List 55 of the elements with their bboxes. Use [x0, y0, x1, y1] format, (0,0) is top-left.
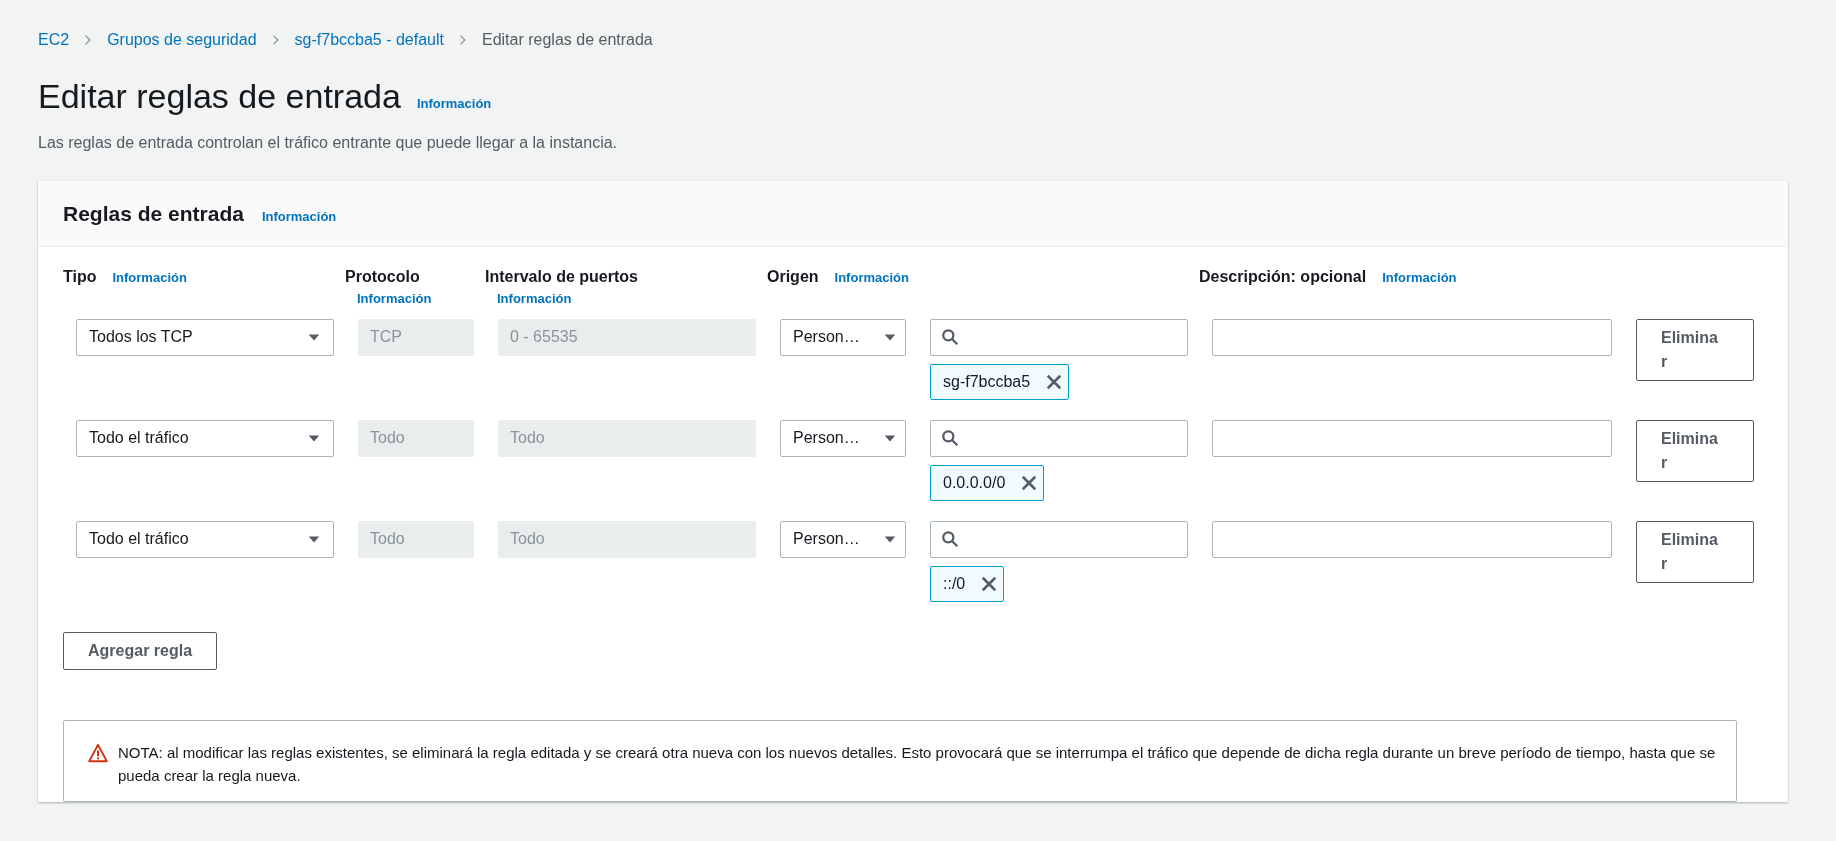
panel-title: Reglas de entrada [63, 200, 244, 226]
add-rule-button[interactable]: Agregar regla [63, 631, 218, 670]
source-dropdown[interactable]: Person… [780, 419, 906, 457]
type-dropdown[interactable]: Todos los TCP [76, 318, 334, 356]
source-dropdown[interactable]: Person… [780, 520, 906, 558]
dropdown-value: Todo el tráfico [89, 529, 189, 550]
search-field[interactable] [930, 318, 1188, 356]
warning-icon [88, 742, 108, 763]
type-dropdown[interactable]: Todo el tráfico [76, 419, 334, 457]
tag-label: 0.0.0.0/0 [943, 472, 1006, 493]
dropdown-value: Todo el tráfico [89, 428, 189, 449]
dropdown-value: Person… [793, 529, 860, 550]
breadcrumb-link[interactable]: sg-f7bccba5 - default [294, 28, 444, 52]
info-link[interactable]: Información [345, 289, 461, 309]
tag-label: sg-f7bccba5 [943, 371, 1031, 392]
dropdown-value: Person… [793, 327, 860, 348]
column-header: Origen [767, 267, 819, 288]
column-header: Intervalo de puertos [485, 267, 639, 288]
column-header: Descripción: opcional [1199, 267, 1367, 288]
column-header: Protocolo [345, 267, 421, 288]
search-icon [941, 328, 959, 347]
notice-text: NOTA: al modificar las reglas existentes, se eliminará la regla editada y se creará otra nueva con los nuevos detalles. Esto provocará que se interrumpa el tráfico que depende de dicha regla durante un breve período de tiempo, hasta que se pueda crear la regla nueva. [118, 742, 1716, 787]
port-range-field: Todo [498, 419, 756, 457]
breadcrumb-link[interactable]: Grupos de seguridad [107, 28, 257, 52]
port-range-field: Todo [498, 520, 756, 558]
search-icon [941, 530, 959, 549]
search-icon [941, 429, 959, 448]
info-link[interactable]: Información [1382, 268, 1457, 288]
description-field[interactable] [1212, 520, 1612, 558]
breadcrumb-current: Editar reglas de entrada [482, 30, 653, 50]
port-range-field: 0 - 65535 [498, 318, 756, 356]
tag-label: ::/0 [943, 573, 966, 594]
protocol-field: Todo [358, 419, 474, 457]
description-field[interactable] [1212, 419, 1612, 457]
delete-button[interactable]: Eliminar [1636, 318, 1754, 381]
description-field[interactable] [1212, 318, 1612, 356]
type-dropdown[interactable]: Todo el tráfico [76, 520, 334, 558]
info-link[interactable]: Información [485, 289, 743, 309]
protocol-field: Todo [358, 520, 474, 558]
source-dropdown[interactable]: Person… [780, 318, 906, 356]
info-link[interactable]: Información [834, 268, 909, 288]
delete-button[interactable]: Eliminar [1636, 520, 1754, 583]
delete-button[interactable]: Eliminar [1636, 419, 1754, 482]
search-field[interactable] [930, 520, 1188, 558]
info-link[interactable]: Información [112, 268, 187, 288]
page-description: Las reglas de entrada controlan el tráfico entrante que puede llegar a la instancia. [38, 132, 619, 153]
info-link[interactable]: Información [261, 206, 337, 227]
dropdown-value: Person… [793, 428, 860, 449]
dropdown-value: Todos los TCP [89, 327, 193, 348]
breadcrumb-link[interactable]: EC2 [38, 28, 70, 52]
search-field[interactable] [930, 419, 1188, 457]
column-header: Tipo [63, 267, 97, 288]
info-link[interactable]: Información [416, 94, 492, 114]
page-title: Editar reglas de entrada [38, 76, 401, 117]
protocol-field: TCP [358, 318, 474, 356]
